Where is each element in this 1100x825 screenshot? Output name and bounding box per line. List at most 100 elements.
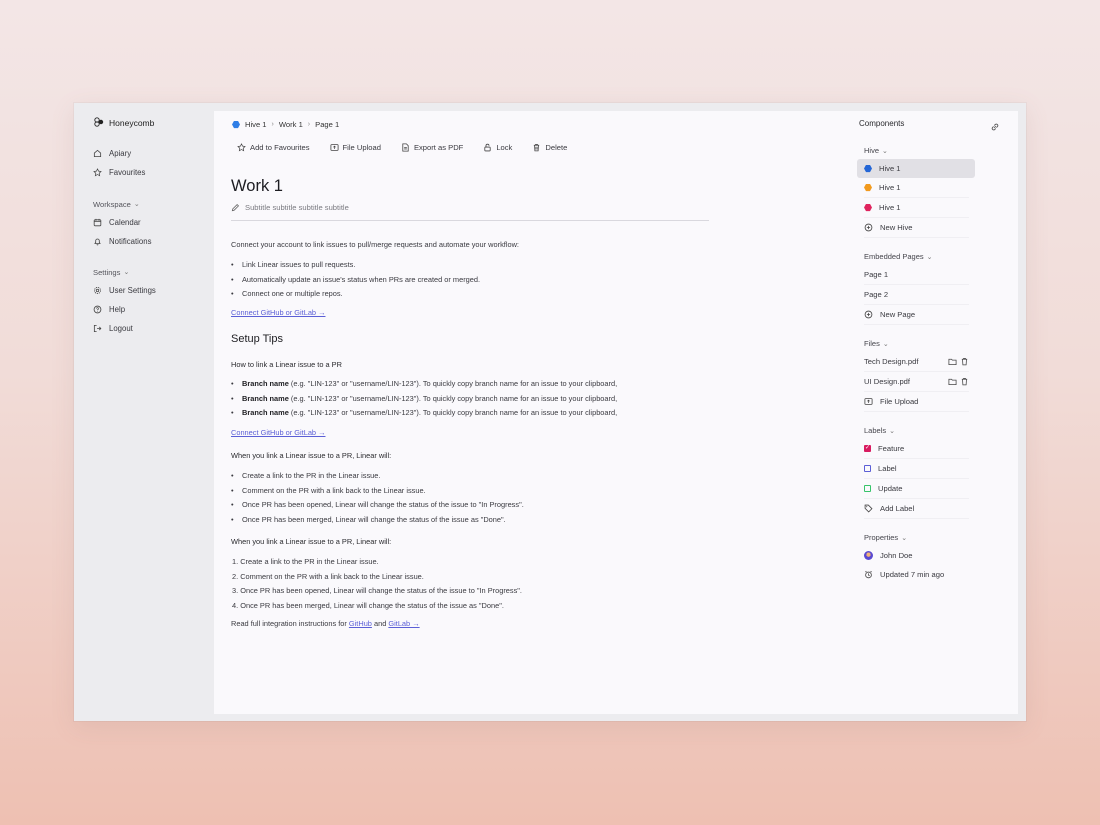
trash-icon[interactable] — [960, 357, 969, 366]
new-page-button[interactable]: New Page — [864, 305, 969, 325]
list-item-text: (e.g. "LIN-123" or "username/LIN-123"). … — [288, 408, 618, 417]
workspace-group-toggle[interactable]: Workspace ⌄ — [93, 195, 151, 213]
hive-group-toggle[interactable]: Hive ⌄ — [864, 142, 975, 159]
file-item[interactable]: Tech Design.pdf — [864, 352, 969, 372]
alarm-clock-icon — [865, 570, 872, 579]
files-section: Files ⌄ Tech Design.pdf UI Design.pdf Fil… — [864, 335, 969, 412]
section-title: Files — [864, 339, 880, 348]
settings-title: Settings — [93, 267, 121, 277]
updated-property: Updated 7 min ago — [864, 565, 969, 584]
list-item-bold: Branch name — [242, 379, 289, 388]
embedded-pages-section: Embedded Pages ⌄ Page 1 Page 2 New Page — [864, 248, 969, 325]
folder-icon[interactable] — [948, 377, 957, 386]
hive-item[interactable]: Hive 1 — [864, 198, 969, 218]
trash-icon — [534, 143, 540, 152]
when-heading-1: When you link a Linear issue to a PR, Li… — [231, 451, 392, 460]
list-item: • Branch name (e.g. "LIN-123" or "usernam… — [231, 393, 618, 403]
embedded-page-item[interactable]: Page 1 — [864, 265, 969, 285]
breadcrumb-item-page[interactable]: Page 1 — [315, 120, 339, 129]
sidebar-item-user-settings[interactable]: User Settings — [93, 281, 156, 300]
sidebar-item-apiary[interactable]: Apiary — [93, 144, 145, 163]
labels-group-toggle[interactable]: Labels ⌄ — [864, 422, 969, 439]
page-title[interactable]: Work 1 — [231, 177, 283, 196]
gear-icon — [94, 287, 101, 294]
workspace-nav: Workspace ⌄ Calendar Notifications — [93, 195, 151, 251]
breadcrumb-item-hive[interactable]: Hive 1 — [245, 120, 267, 129]
checkbox-icon[interactable] — [864, 465, 871, 472]
brand[interactable]: Honeycomb — [93, 117, 154, 129]
button-label: New Page — [880, 310, 916, 319]
export-pdf-button[interactable]: Export as PDF — [401, 143, 463, 152]
file-upload-button[interactable]: File Upload — [330, 143, 381, 152]
button-label: File Upload — [342, 143, 381, 152]
sidebar-item-help[interactable]: Help — [93, 300, 156, 319]
link-icon[interactable] — [990, 119, 1000, 137]
add-to-favourites-button[interactable]: Add to Favourites — [237, 143, 310, 152]
github-link[interactable]: GitHub — [349, 619, 372, 628]
sidebar-item-calendar[interactable]: Calendar — [93, 213, 151, 232]
document-icon — [402, 143, 409, 152]
lock-button[interactable]: Lock — [483, 143, 512, 152]
hive-label: Hive 1 — [879, 203, 901, 212]
page-subtitle[interactable]: Subtitle subtitle subtitle subtitle — [231, 203, 349, 212]
embedded-group-toggle[interactable]: Embedded Pages ⌄ — [864, 248, 969, 265]
breadcrumb-separator: › — [307, 121, 311, 128]
plus-circle-icon — [864, 310, 873, 319]
trash-icon[interactable] — [960, 377, 969, 386]
embedded-page-item[interactable]: Page 2 — [864, 285, 969, 305]
sidebar-item-favourites[interactable]: Favourites — [93, 163, 145, 182]
workspace-title: Workspace — [93, 199, 131, 209]
hive-icon — [232, 120, 240, 129]
checkbox-icon[interactable] — [864, 485, 871, 492]
upload-icon — [330, 144, 339, 151]
button-label: New Hive — [880, 223, 913, 232]
breadcrumb-item-work[interactable]: Work 1 — [279, 120, 303, 129]
add-label-button[interactable]: Add Label — [864, 499, 969, 519]
label-name: Feature — [878, 444, 905, 453]
sidebar-item-logout[interactable]: Logout — [93, 319, 156, 338]
connect-git-link-2[interactable]: Connect GitHub or GitLab → — [231, 428, 325, 437]
sidebar-item-notifications[interactable]: Notifications — [93, 232, 151, 251]
checkbox-checked-icon[interactable]: ✓ — [864, 445, 871, 452]
integration-footer: Read full integration instructions for G… — [231, 619, 420, 628]
star-icon — [237, 143, 246, 152]
star-icon — [93, 168, 102, 177]
sidebar-item-label: User Settings — [109, 286, 156, 295]
button-label: Add Label — [880, 504, 915, 513]
settings-nav: Settings ⌄ User Settings Help Logout — [93, 263, 156, 338]
gitlab-link[interactable]: GitLab → — [388, 619, 419, 628]
ordered-list-item: 4. Once PR has been merged, Linear will … — [232, 600, 504, 610]
properties-group-toggle[interactable]: Properties ⌄ — [864, 529, 969, 546]
label-item-label[interactable]: Label — [864, 459, 969, 479]
list-item: • Create a link to the PR in the Linear i… — [231, 471, 381, 480]
labels-section: Labels ⌄ ✓ Feature Label Update Add Label — [864, 422, 969, 519]
connect-git-link[interactable]: Connect GitHub or GitLab → — [231, 308, 325, 317]
hive-icon — [864, 183, 872, 192]
chevron-down-icon: ⌄ — [882, 340, 889, 348]
new-hive-button[interactable]: New Hive — [864, 218, 969, 238]
hive-item[interactable]: Hive 1 — [864, 178, 969, 198]
delete-button[interactable]: Delete — [532, 143, 567, 152]
file-upload-item[interactable]: File Upload — [864, 392, 969, 412]
settings-group-toggle[interactable]: Settings ⌄ — [93, 263, 156, 281]
label-item-feature[interactable]: ✓ Feature — [864, 439, 969, 459]
sidebar-item-label: Notifications — [109, 237, 152, 246]
file-item[interactable]: UI Design.pdf — [864, 372, 969, 392]
hive-item[interactable]: Hive 1 — [857, 159, 975, 178]
setup-tips-heading: Setup Tips — [231, 333, 283, 345]
list-item: • Branch name (e.g. "LIN-123" or "usernam… — [231, 379, 618, 388]
home-icon — [93, 149, 102, 158]
chevron-down-icon: ⌄ — [926, 253, 933, 261]
button-label: Delete — [545, 143, 568, 152]
chevron-down-icon: ⌄ — [889, 427, 895, 435]
files-group-toggle[interactable]: Files ⌄ — [864, 335, 969, 352]
intro-text: Connect your account to link issues to p… — [231, 240, 519, 249]
tag-icon — [864, 504, 873, 513]
sidebar-item-label: Logout — [109, 324, 133, 333]
folder-icon[interactable] — [948, 357, 957, 366]
primary-nav: Apiary Favourites — [93, 144, 145, 182]
owner-property[interactable]: John Doe — [864, 546, 969, 565]
label-item-update[interactable]: Update — [864, 479, 969, 499]
hive-section: Hive ⌄ Hive 1 Hive 1 Hive 1 New Hive — [857, 142, 975, 238]
ordered-list-item: 2. Comment on the PR with a link back to… — [232, 571, 424, 581]
